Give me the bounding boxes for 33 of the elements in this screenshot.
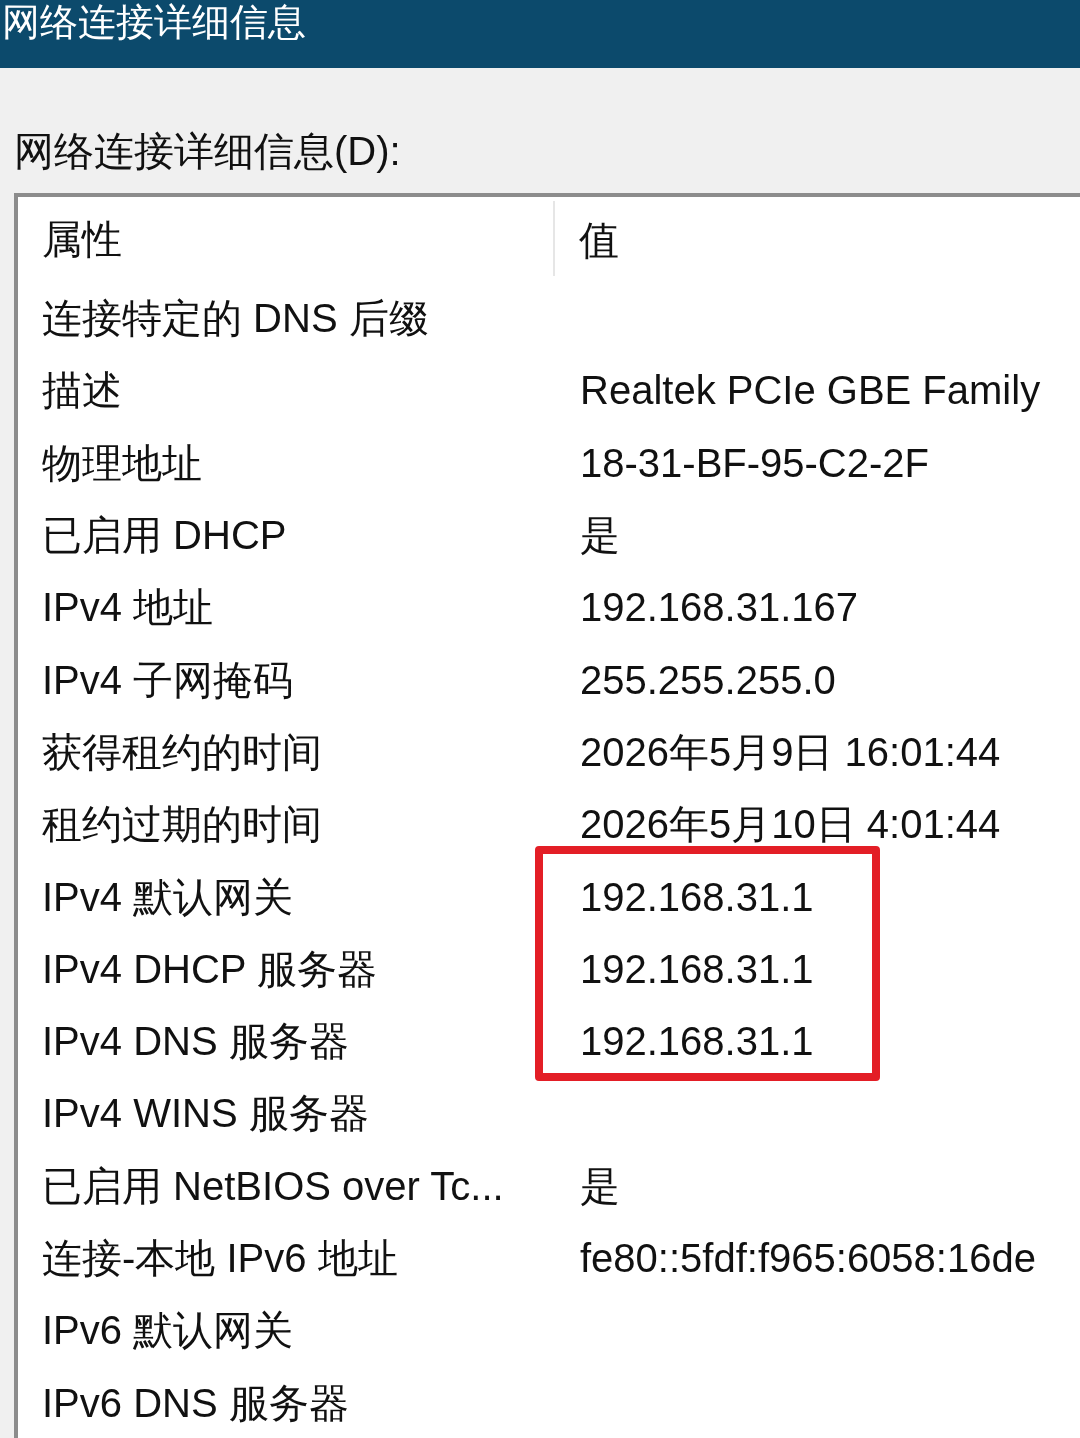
window-title: 网络连接详细信息 — [2, 0, 306, 44]
value-cell: 是 — [580, 512, 620, 559]
property-cell: IPv4 DNS 服务器 — [42, 1018, 349, 1065]
property-cell: 连接特定的 DNS 后缀 — [42, 295, 429, 342]
property-cell: IPv6 默认网关 — [42, 1307, 294, 1354]
property-cell: 连接-本地 IPv6 地址 — [42, 1235, 398, 1281]
property-cell: 物理地址 — [42, 439, 202, 486]
property-cell: 已启用 DHCP — [42, 512, 287, 559]
property-cell: 获得租约的时间 — [42, 728, 322, 775]
property-cell: IPv4 DHCP 服务器 — [42, 945, 377, 992]
value-cell: 192.168.31.1 — [580, 873, 814, 920]
property-cell: 描述 — [42, 367, 122, 414]
property-cell: IPv4 子网掩码 — [42, 656, 294, 703]
value-cell: fe80::5fdf:f965:6058:16de — [580, 1235, 1036, 1281]
property-cell: 已启用 NetBIOS over Tc... — [42, 1162, 504, 1209]
property-cell: IPv6 DNS 服务器 — [42, 1379, 349, 1426]
value-cell: 192.168.31.1 — [580, 1018, 814, 1065]
column-header[interactable]: 属性 — [42, 215, 122, 262]
details-list[interactable] — [14, 193, 1080, 1438]
value-cell: 2026年5月10日 4:01:44 — [580, 801, 1001, 848]
value-cell: 2026年5月9日 16:01:44 — [580, 728, 1001, 775]
value-cell: 18-31-BF-95-C2-2F — [580, 439, 929, 486]
value-cell: 是 — [580, 1162, 620, 1209]
details-label: 网络连接详细信息(D): — [14, 128, 401, 175]
value-cell: Realtek PCIe GBE Family — [580, 367, 1041, 414]
value-cell: 192.168.31.1 — [580, 945, 814, 992]
property-cell: IPv4 WINS 服务器 — [42, 1090, 369, 1137]
value-cell: 192.168.31.167 — [580, 584, 859, 631]
property-cell: IPv4 默认网关 — [42, 873, 294, 920]
property-cell: IPv4 地址 — [42, 584, 214, 631]
property-cell: 租约过期的时间 — [42, 801, 322, 848]
column-header[interactable]: 值 — [579, 216, 619, 263]
value-cell: 255.255.255.0 — [580, 656, 836, 703]
